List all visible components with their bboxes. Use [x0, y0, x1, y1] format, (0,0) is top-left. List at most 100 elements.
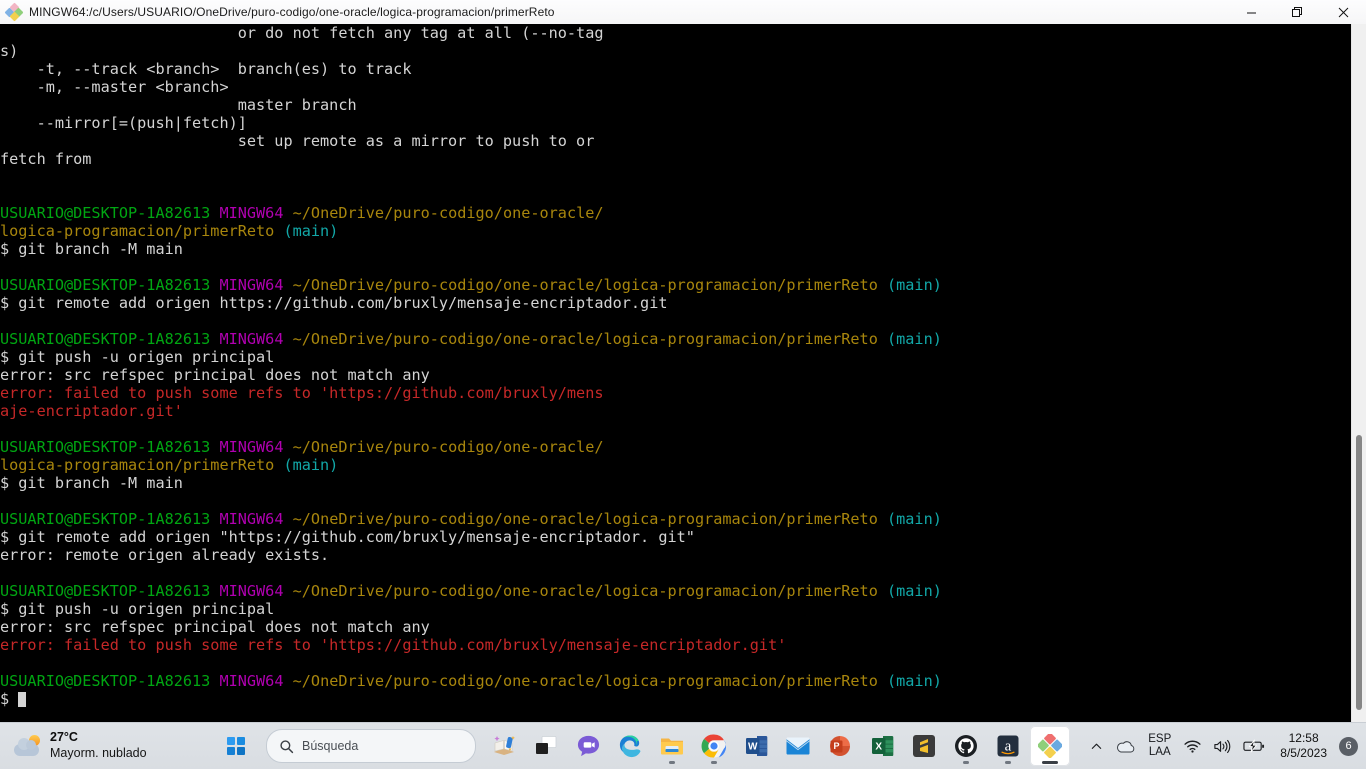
terminal-line: USUARIO@DESKTOP-1A82613 MINGW64 ~/OneDri… — [0, 672, 942, 690]
weather-temperature: 27°C — [50, 730, 78, 745]
terminal-text: error: failed to push some refs to 'http… — [0, 636, 787, 654]
terminal-line: logica-programacion/primerReto (main) — [0, 222, 942, 240]
terminal-text: ~/OneDrive/puro-codigo/one-oracle/logica… — [292, 582, 878, 600]
weather-widget[interactable]: 27°C Mayorm. nublado — [0, 730, 214, 761]
terminal-text: logica-programacion/primerReto — [0, 456, 275, 474]
terminal-text: ~/OneDrive/puro-codigo/one-oracle/logica… — [292, 672, 878, 690]
terminal-text: ~/OneDrive/puro-codigo/one-oracle/ — [292, 204, 604, 222]
terminal-lines: or do not fetch any tag at all (--no-tag… — [0, 24, 942, 708]
terminal-line: master branch — [0, 96, 942, 114]
terminal-line: error: src refspec principal does not ma… — [0, 618, 942, 636]
terminal-text: $ git branch -M main — [0, 240, 183, 258]
github-desktop-icon[interactable] — [946, 726, 986, 766]
mail-icon[interactable] — [778, 726, 818, 766]
battery-charging-icon[interactable] — [1237, 726, 1271, 766]
running-indicator — [711, 761, 717, 764]
svg-text:P: P — [833, 741, 839, 751]
terminal-text: fetch from — [0, 150, 92, 168]
gitbash-icon — [4, 2, 24, 22]
terminal-line: aje-encriptador.git' — [0, 402, 942, 420]
terminal-line: fetch from — [0, 150, 942, 168]
terminal-text: USUARIO@DESKTOP-1A82613 — [0, 438, 211, 456]
terminal-text: (main) — [887, 672, 942, 690]
search-input[interactable]: Búsqueda — [266, 729, 476, 763]
window-controls — [1228, 0, 1366, 24]
terminal-line: error: failed to push some refs to 'http… — [0, 384, 942, 402]
terminal-line: USUARIO@DESKTOP-1A82613 MINGW64 ~/OneDri… — [0, 582, 942, 600]
terminal-text: MINGW64 — [219, 582, 284, 600]
terminal-line: or do not fetch any tag at all (--no-tag — [0, 24, 942, 42]
scrollbar-thumb[interactable] — [1356, 435, 1362, 710]
running-indicator — [1005, 761, 1011, 764]
terminal-scrollbar[interactable] — [1351, 24, 1366, 722]
microsoft-edge-icon[interactable] — [610, 726, 650, 766]
chevron-up-icon[interactable] — [1084, 726, 1109, 766]
window-title: MINGW64:/c/Users/USUARIO/OneDrive/puro-c… — [29, 5, 555, 19]
keyboard-layout-line1: ESP — [1148, 732, 1172, 745]
microsoft-word-icon[interactable]: W — [736, 726, 776, 766]
minimize-button[interactable] — [1228, 0, 1274, 24]
speaker-icon[interactable] — [1207, 726, 1237, 766]
clock[interactable]: 12:58 8/5/2023 — [1271, 726, 1336, 766]
widgets-copilot-icon[interactable] — [484, 726, 524, 766]
terminal-text: --mirror[=(push|fetch)] — [0, 114, 247, 132]
amazon-icon[interactable]: a — [988, 726, 1028, 766]
terminal-line: -m, --master <branch> — [0, 78, 942, 96]
terminal-line: USUARIO@DESKTOP-1A82613 MINGW64 ~/OneDri… — [0, 276, 942, 294]
terminal-text: (main) — [887, 330, 942, 348]
close-button[interactable] — [1320, 0, 1366, 24]
terminal-text: USUARIO@DESKTOP-1A82613 — [0, 672, 211, 690]
microsoft-powerpoint-icon[interactable]: P — [820, 726, 860, 766]
terminal-line: USUARIO@DESKTOP-1A82613 MINGW64 ~/OneDri… — [0, 438, 942, 456]
microsoft-excel-icon[interactable]: X — [862, 726, 902, 766]
terminal-text: -m, --master <branch> — [0, 78, 229, 96]
terminal-text: $ git remote add origen https://github.c… — [0, 294, 668, 312]
terminal-line: --mirror[=(push|fetch)] — [0, 114, 942, 132]
terminal-text: USUARIO@DESKTOP-1A82613 — [0, 582, 211, 600]
terminal-text: (main) — [887, 582, 942, 600]
terminal-line: s) — [0, 42, 942, 60]
running-indicator — [669, 761, 675, 764]
maximize-restore-button[interactable] — [1274, 0, 1320, 24]
windows-taskbar: 27°C Mayorm. nublado Búsqueda W P X a ES… — [0, 722, 1366, 769]
task-view-icon[interactable] — [526, 726, 566, 766]
google-chrome-icon[interactable] — [694, 726, 734, 766]
keyboard-layout-line2: LAA — [1148, 746, 1171, 758]
titlebar-left: MINGW64:/c/Users/USUARIO/OneDrive/puro-c… — [0, 2, 1228, 22]
terminal-text: MINGW64 — [219, 672, 284, 690]
sublime-text-icon[interactable] — [904, 726, 944, 766]
file-explorer-icon[interactable] — [652, 726, 692, 766]
terminal-text: (main) — [283, 222, 339, 240]
terminal-text: MINGW64 — [219, 510, 284, 528]
terminal-line: $ git push -u origen principal — [0, 348, 942, 366]
terminal-text: logica-programacion/primerReto — [0, 222, 275, 240]
chat-teams-icon[interactable] — [568, 726, 608, 766]
svg-text:a: a — [1005, 739, 1012, 755]
wifi-icon[interactable] — [1178, 726, 1207, 766]
start-button[interactable] — [214, 726, 258, 766]
keyboard-layout-indicator[interactable]: ESP LAA — [1141, 726, 1178, 766]
terminal-text: $ git push -u origen principal — [0, 348, 275, 366]
onedrive-cloud-icon[interactable] — [1109, 726, 1141, 766]
taskbar-center-cluster: Búsqueda W P X a — [214, 726, 1070, 766]
windows-logo-icon — [227, 737, 245, 755]
terminal-line: $ git push -u origen principal — [0, 600, 942, 618]
terminal-text: USUARIO@DESKTOP-1A82613 — [0, 276, 211, 294]
weather-description: Mayorm. nublado — [50, 746, 147, 760]
notification-badge[interactable]: 6 — [1339, 736, 1358, 756]
terminal-line: error: remote origen already exists. — [0, 546, 942, 564]
active-indicator — [1042, 761, 1058, 764]
terminal-output-area[interactable]: or do not fetch any tag at all (--no-tag… — [0, 24, 1352, 722]
window-titlebar[interactable]: MINGW64:/c/Users/USUARIO/OneDrive/puro-c… — [0, 0, 1366, 25]
terminal-line: $ git branch -M main — [0, 474, 942, 492]
terminal-cursor — [18, 692, 27, 707]
git-bash-icon[interactable] — [1030, 726, 1070, 766]
